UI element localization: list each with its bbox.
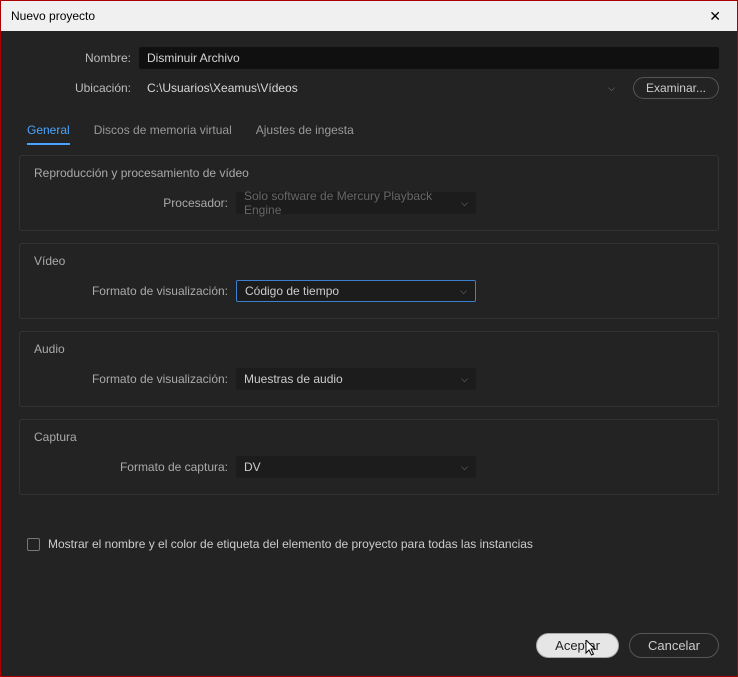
renderer-row: Procesador: Solo software de Mercury Pla… — [34, 192, 704, 214]
tab-scratch-disks[interactable]: Discos de memoria virtual — [94, 123, 232, 145]
video-format-value: Código de tiempo — [245, 284, 339, 298]
location-select[interactable]: C:\Usuarios\Xeamus\Vídeos ⌵ — [139, 77, 623, 99]
section-audio-title: Audio — [34, 342, 704, 356]
window-title: Nuevo proyecto — [11, 9, 95, 23]
audio-format-value: Muestras de audio — [244, 372, 343, 386]
audio-format-row: Formato de visualización: Muestras de au… — [34, 368, 704, 390]
audio-format-label: Formato de visualización: — [34, 372, 236, 386]
renderer-label: Procesador: — [34, 196, 236, 210]
capture-format-value: DV — [244, 460, 261, 474]
capture-format-row: Formato de captura: DV ⌵ — [34, 456, 704, 478]
titlebar: Nuevo proyecto ✕ — [1, 1, 737, 31]
browse-button[interactable]: Examinar... — [633, 77, 719, 99]
chevron-down-icon: ⌵ — [461, 198, 468, 209]
chevron-down-icon: ⌵ — [461, 462, 468, 473]
section-capture-title: Captura — [34, 430, 704, 444]
dialog-content: Nombre: Ubicación: C:\Usuarios\Xeamus\Ví… — [1, 31, 737, 676]
name-row: Nombre: — [19, 47, 719, 69]
dialog-footer: Aceptar Cancelar — [19, 617, 719, 666]
section-video-title: Vídeo — [34, 254, 704, 268]
video-format-dropdown[interactable]: Código de tiempo ⌵ — [236, 280, 476, 302]
ok-button[interactable]: Aceptar — [536, 633, 619, 658]
show-name-checkbox-row: Mostrar el nombre y el color de etiqueta… — [27, 537, 719, 551]
video-format-label: Formato de visualización: — [34, 284, 236, 298]
new-project-dialog: Nuevo proyecto ✕ Nombre: Ubicación: C:\U… — [0, 0, 738, 677]
capture-format-dropdown[interactable]: DV ⌵ — [236, 456, 476, 478]
name-input[interactable] — [139, 47, 719, 69]
chevron-down-icon: ⌵ — [608, 83, 615, 94]
name-label: Nombre: — [19, 51, 139, 65]
section-playback: Reproducción y procesamiento de vídeo Pr… — [19, 155, 719, 231]
show-name-checkbox[interactable] — [27, 538, 40, 551]
video-format-row: Formato de visualización: Código de tiem… — [34, 280, 704, 302]
renderer-value: Solo software de Mercury Playback Engine — [244, 189, 461, 217]
tab-ingest[interactable]: Ajustes de ingesta — [256, 123, 354, 145]
location-row: Ubicación: C:\Usuarios\Xeamus\Vídeos ⌵ E… — [19, 77, 719, 99]
section-video: Vídeo Formato de visualización: Código d… — [19, 243, 719, 319]
show-name-checkbox-label: Mostrar el nombre y el color de etiqueta… — [48, 537, 533, 551]
location-label: Ubicación: — [19, 81, 139, 95]
section-playback-title: Reproducción y procesamiento de vídeo — [34, 166, 704, 180]
capture-format-label: Formato de captura: — [34, 460, 236, 474]
location-value: C:\Usuarios\Xeamus\Vídeos — [147, 81, 298, 95]
chevron-down-icon: ⌵ — [460, 286, 467, 297]
section-audio: Audio Formato de visualización: Muestras… — [19, 331, 719, 407]
tabs: General Discos de memoria virtual Ajuste… — [19, 123, 719, 145]
section-capture: Captura Formato de captura: DV ⌵ — [19, 419, 719, 495]
tab-general[interactable]: General — [27, 123, 70, 145]
audio-format-dropdown[interactable]: Muestras de audio ⌵ — [236, 368, 476, 390]
close-icon[interactable]: ✕ — [703, 6, 727, 27]
renderer-dropdown: Solo software de Mercury Playback Engine… — [236, 192, 476, 214]
chevron-down-icon: ⌵ — [461, 374, 468, 385]
cancel-button[interactable]: Cancelar — [629, 633, 719, 658]
ok-button-label: Aceptar — [555, 638, 600, 653]
